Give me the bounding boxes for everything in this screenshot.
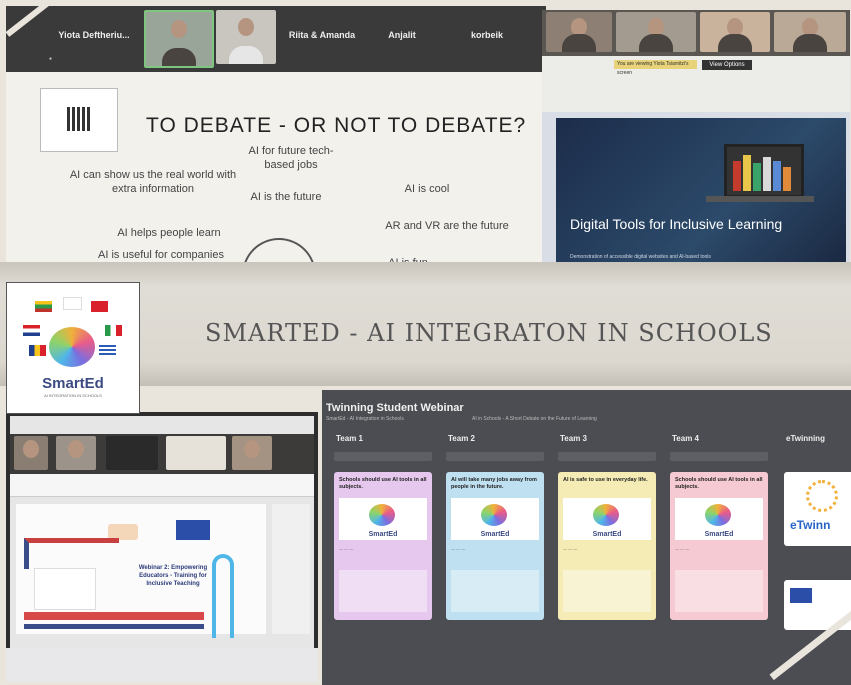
digital-tools-screenshot: You are viewing Yiota Tsiamitzi's screen… — [542, 10, 850, 295]
add-post-button[interactable] — [558, 452, 656, 461]
post-card[interactable]: Schools should use AI tools in all subje… — [670, 472, 768, 620]
comment — [675, 570, 763, 612]
column-header: Team 3 — [560, 434, 587, 443]
participant-tile: Yiota Deftheriu... ● — [46, 12, 142, 64]
romania-flag-icon — [29, 345, 46, 356]
post-title: Schools should use AI tools in all subje… — [339, 477, 427, 490]
post-card[interactable]: AI is safe to use in everyday life. Smar… — [558, 472, 656, 620]
slide-subtitle: Demonstration of accessible digital webs… — [570, 254, 711, 260]
italy-flag-icon — [105, 325, 122, 336]
participant-tile: korbeik — [442, 12, 532, 64]
smarted-logo: SmartEd AI INTEGRATION IN SCHOOLS — [6, 282, 140, 414]
debate-phrase: AI is cool — [404, 183, 450, 195]
post-title: AI is safe to use in everyday life. — [563, 477, 648, 483]
slide-title: Webinar 2: Empowering Educators - Traini… — [138, 565, 208, 587]
add-post-button[interactable] — [446, 452, 544, 461]
etwinning-logo-text: eTwinn — [790, 518, 831, 532]
participant-name: Anjalit — [388, 30, 416, 40]
etwinning-logo-icon — [806, 480, 838, 512]
add-post-button[interactable] — [670, 452, 768, 461]
video-gallery: Yiota Deftheriu... ● Riita & Amanda Anja… — [6, 6, 546, 72]
participant-tile: Anjalit — [362, 12, 442, 64]
croatia-flag-icon — [23, 325, 40, 336]
debate-phrase: AI helps people learn — [117, 227, 221, 239]
cyprus-flag-icon — [63, 297, 82, 310]
column-header: Team 1 — [336, 434, 363, 443]
participant-name: Riita & Amanda — [288, 30, 356, 40]
smarted-logo-image: SmartEd — [339, 498, 427, 540]
participant-video — [216, 10, 276, 64]
greece-flag-icon — [99, 345, 116, 356]
view-options-button[interactable]: View Options — [702, 60, 752, 70]
column-header: eTwinning — [786, 434, 825, 443]
smarted-logo-image: SmartEd — [563, 498, 651, 540]
participant-tile: Riita & Amanda — [282, 12, 362, 64]
banner-title: SMARTED - AI INTEGRATON IN SCHOOLS — [205, 319, 773, 347]
board-subtitle: SmartEd - AI Integration in Schools — [326, 416, 404, 422]
debate-screenshot: Yiota Deftheriu... ● Riita & Amanda Anja… — [6, 6, 546, 286]
taskbar — [6, 648, 318, 682]
add-post-button[interactable] — [334, 452, 432, 461]
side-panel — [272, 504, 310, 634]
screen-share-banner: You are viewing Yiota Tsiamitzi's screen — [614, 60, 697, 76]
debate-phrase: AI can show us the real world with extra… — [69, 169, 237, 195]
board-title: Twinning Student Webinar — [326, 402, 464, 414]
webinar-screenshot: Webinar 2: Empowering Educators - Traini… — [6, 412, 318, 682]
video-gallery — [542, 10, 850, 56]
smarted-logo-image: SmartEd — [675, 498, 763, 540]
debate-phrase: AR and VR are the future — [385, 220, 509, 232]
presentation-slide: Webinar 2: Empowering Educators - Traini… — [16, 504, 266, 638]
smarted-logo-image: SmartEd — [451, 498, 539, 540]
comment — [339, 570, 427, 612]
board-subtitle: AI in Schools - A Short Debate on the Fu… — [472, 416, 597, 422]
comment — [451, 570, 539, 612]
turkey-flag-icon — [91, 301, 108, 312]
debate-phrase: AI is useful for companies — [98, 249, 224, 261]
toolbar — [10, 474, 314, 497]
logo-subtitle: AI INTEGRATION IN SCHOOLS — [44, 393, 102, 398]
participant-name: Yiota Deftheriu... — [58, 30, 130, 40]
screen: Webinar 2: Empowering Educators - Traini… — [10, 416, 314, 648]
lithuania-flag-icon — [35, 301, 52, 312]
presentation-slide: Digital Tools for Inclusive Learning Dem… — [556, 118, 846, 270]
comment — [563, 570, 651, 612]
qr-code-card — [40, 88, 118, 152]
participant-video — [144, 10, 214, 68]
post-card[interactable]: Schools should use AI tools in all subje… — [334, 472, 432, 620]
video-strip — [10, 434, 314, 474]
column-header: Team 4 — [672, 434, 699, 443]
brain-icon — [49, 327, 95, 367]
slide-title: Digital Tools for Inclusive Learning — [570, 216, 783, 232]
column-header: Team 2 — [448, 434, 475, 443]
laptop-illustration — [724, 144, 804, 198]
padlet-board-screenshot: Twinning Student Webinar SmartEd - AI In… — [322, 390, 851, 685]
debate-phrase: AI is the future — [250, 191, 322, 203]
post-title: AI will take many jobs away from people … — [451, 477, 537, 490]
logo-name: SmartEd — [42, 375, 104, 392]
slide-title: TO DEBATE - OR NOT TO DEBATE? — [146, 114, 527, 137]
debate-phrase: AI for future tech-based jobs — [248, 145, 334, 171]
etwinning-card[interactable]: eTwinn — [784, 472, 851, 546]
post-card[interactable]: AI will take many jobs away from people … — [446, 472, 544, 620]
eu-flag-icon — [790, 588, 812, 603]
post-title: Schools should use AI tools in all subje… — [675, 477, 763, 490]
participant-name: korbeik — [470, 30, 503, 40]
